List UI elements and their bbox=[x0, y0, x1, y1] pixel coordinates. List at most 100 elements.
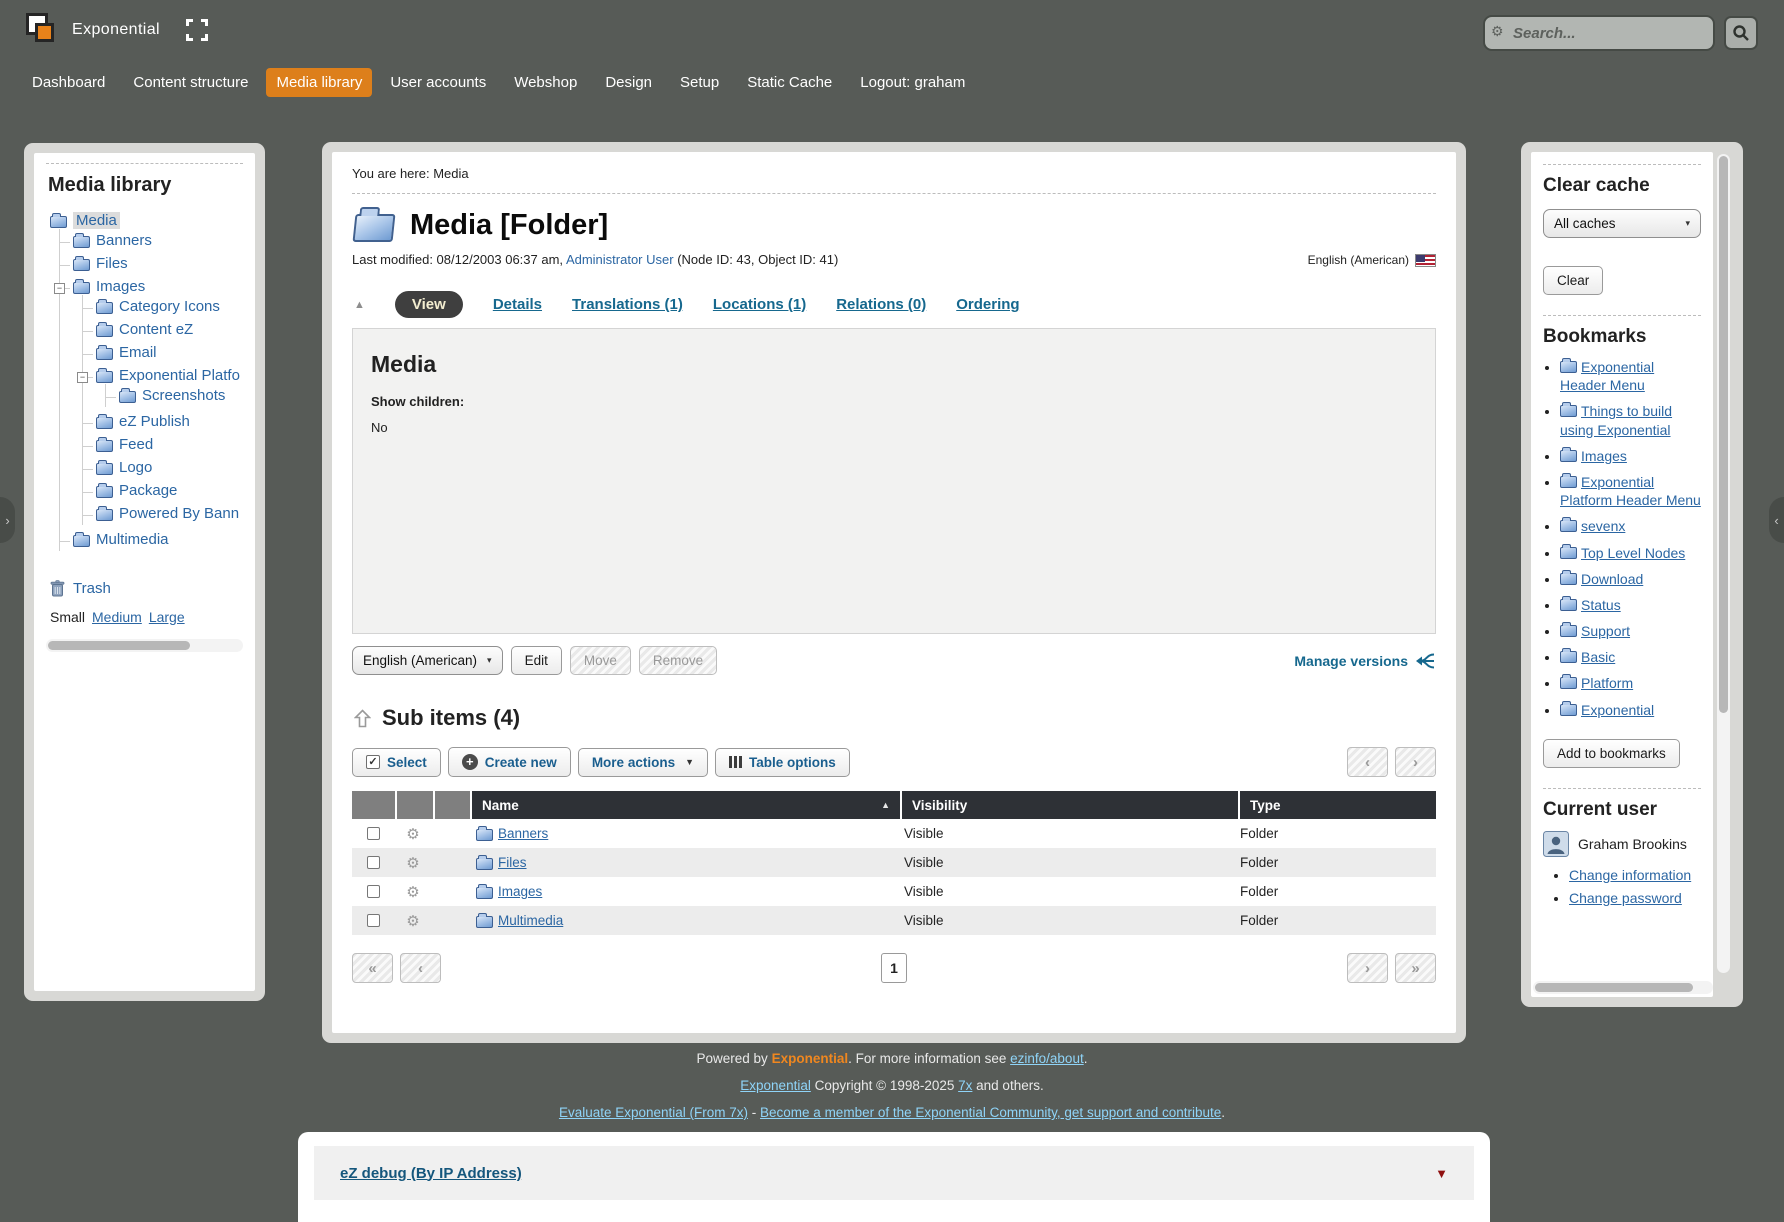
bookmark-link[interactable]: Top Level Nodes bbox=[1581, 545, 1685, 561]
bookmark-link[interactable]: Exponential Platform Header Menu bbox=[1560, 474, 1701, 508]
bookmark-link[interactable]: Basic bbox=[1581, 649, 1615, 665]
table-options-button[interactable]: Table options bbox=[715, 748, 850, 777]
left-panel-collapse-handle[interactable]: › bbox=[0, 497, 15, 543]
sevenx-link[interactable]: 7x bbox=[958, 1078, 972, 1093]
tree-link-powered-by-banner[interactable]: Powered By Bann bbox=[119, 505, 239, 522]
row-link-banners[interactable]: Banners bbox=[498, 826, 548, 841]
tree-item-media[interactable]: Media Banners Files − Images bbox=[50, 209, 243, 554]
size-large[interactable]: Large bbox=[149, 609, 185, 625]
cache-type-select[interactable]: All caches ▾ bbox=[1543, 209, 1701, 238]
tree-link-exponential-platform[interactable]: Exponential Platfo bbox=[119, 367, 240, 384]
nav-static-cache[interactable]: Static Cache bbox=[737, 68, 842, 97]
tab-locations[interactable]: Locations (1) bbox=[713, 296, 806, 313]
tree-link-category-icons[interactable]: Category Icons bbox=[119, 298, 220, 315]
ez-debug-link[interactable]: eZ debug (By IP Address) bbox=[340, 1165, 522, 1182]
change-password-link[interactable]: Change password bbox=[1569, 890, 1682, 906]
nav-media-library[interactable]: Media library bbox=[266, 68, 372, 97]
tree-link-feed[interactable]: Feed bbox=[119, 436, 153, 453]
tree-link-email[interactable]: Email bbox=[119, 344, 157, 361]
manage-versions-link[interactable]: Manage versions bbox=[1294, 653, 1408, 669]
gear-icon[interactable]: ⚙ bbox=[406, 825, 419, 843]
row-checkbox[interactable] bbox=[367, 885, 380, 898]
trash-link[interactable]: Trash bbox=[73, 580, 111, 597]
tree-item-category-icons[interactable]: Category Icons bbox=[96, 295, 243, 318]
size-medium[interactable]: Medium bbox=[92, 609, 142, 625]
nav-content-structure[interactable]: Content structure bbox=[123, 68, 258, 97]
tab-details[interactable]: Details bbox=[493, 296, 542, 313]
tree-link-multimedia[interactable]: Multimedia bbox=[96, 531, 169, 548]
header-visibility-column[interactable]: Visibility bbox=[902, 791, 1238, 819]
clear-cache-button[interactable]: Clear bbox=[1543, 266, 1603, 295]
tree-item-banners[interactable]: Banners bbox=[73, 229, 243, 252]
search-input[interactable] bbox=[1483, 15, 1715, 51]
more-actions-button[interactable]: More actions ▼ bbox=[578, 748, 708, 777]
tree-item-exponential-platform[interactable]: − Exponential Platfo Screenshots bbox=[96, 364, 243, 410]
row-link-multimedia[interactable]: Multimedia bbox=[498, 913, 563, 928]
bookmark-link[interactable]: Support bbox=[1581, 623, 1630, 639]
tree-item-content-ez[interactable]: Content eZ bbox=[96, 318, 243, 341]
tree-item-feed[interactable]: Feed bbox=[96, 433, 243, 456]
fullscreen-icon[interactable] bbox=[186, 19, 208, 41]
tree-link-files[interactable]: Files bbox=[96, 255, 128, 272]
gear-icon[interactable]: ⚙ bbox=[406, 912, 419, 930]
breadcrumb-current[interactable]: Media bbox=[433, 166, 468, 181]
right-horizontal-scrollbar[interactable] bbox=[1533, 981, 1713, 994]
bookmark-link[interactable]: Status bbox=[1581, 597, 1621, 613]
add-to-bookmarks-button[interactable]: Add to bookmarks bbox=[1543, 739, 1680, 768]
tree-link-content-ez[interactable]: Content eZ bbox=[119, 321, 193, 338]
tree-item-images[interactable]: − Images Category Icons Content eZ bbox=[73, 275, 243, 528]
tree-link-banners[interactable]: Banners bbox=[96, 232, 152, 249]
left-horizontal-scrollbar[interactable] bbox=[46, 639, 243, 652]
right-vertical-scrollbar[interactable] bbox=[1717, 154, 1730, 973]
sort-ascending-icon[interactable]: ▲ bbox=[881, 800, 890, 810]
tab-translations[interactable]: Translations (1) bbox=[572, 296, 683, 313]
bookmark-link[interactable]: Images bbox=[1581, 448, 1627, 464]
tree-link-images[interactable]: Images bbox=[96, 278, 145, 295]
bookmark-link[interactable]: Exponential bbox=[1581, 702, 1654, 718]
row-checkbox[interactable] bbox=[367, 914, 380, 927]
nav-design[interactable]: Design bbox=[595, 68, 662, 97]
right-panel-collapse-handle[interactable]: ‹ bbox=[1769, 497, 1784, 543]
community-link[interactable]: Become a member of the Exponential Commu… bbox=[760, 1105, 1221, 1120]
bookmark-link[interactable]: sevenx bbox=[1581, 518, 1625, 534]
row-link-files[interactable]: Files bbox=[498, 855, 527, 870]
nav-setup[interactable]: Setup bbox=[670, 68, 729, 97]
create-new-button[interactable]: + Create new bbox=[448, 747, 571, 777]
bookmark-link[interactable]: Platform bbox=[1581, 675, 1633, 691]
edit-button[interactable]: Edit bbox=[511, 646, 562, 675]
row-link-images[interactable]: Images bbox=[498, 884, 542, 899]
tree-item-screenshots[interactable]: Screenshots bbox=[119, 384, 243, 407]
row-checkbox[interactable] bbox=[367, 856, 380, 869]
nav-logout[interactable]: Logout: graham bbox=[850, 68, 975, 97]
header-name-column[interactable]: Name ▲ bbox=[472, 791, 900, 819]
evaluate-link[interactable]: Evaluate Exponential (From 7x) bbox=[559, 1105, 748, 1120]
tree-item-email[interactable]: Email bbox=[96, 341, 243, 364]
tree-link-ez-publish[interactable]: eZ Publish bbox=[119, 413, 190, 430]
tree-link-media[interactable]: Media bbox=[73, 212, 120, 229]
administrator-user-link[interactable]: Administrator User bbox=[566, 252, 674, 267]
collapse-expander-icon[interactable]: − bbox=[54, 283, 65, 294]
nav-webshop[interactable]: Webshop bbox=[504, 68, 587, 97]
tab-relations[interactable]: Relations (0) bbox=[836, 296, 926, 313]
tree-link-package[interactable]: Package bbox=[119, 482, 177, 499]
exponential-link[interactable]: Exponential bbox=[740, 1078, 811, 1093]
select-button[interactable]: ✓ Select bbox=[352, 748, 441, 777]
gear-icon[interactable]: ⚙ bbox=[406, 854, 419, 872]
tree-item-powered-by-banner[interactable]: Powered By Bann bbox=[96, 502, 243, 525]
header-type-column[interactable]: Type bbox=[1240, 791, 1436, 819]
up-arrow-icon[interactable] bbox=[354, 709, 371, 728]
language-select[interactable]: English (American) ▾ bbox=[352, 646, 503, 675]
tree-item-package[interactable]: Package bbox=[96, 479, 243, 502]
gear-icon[interactable]: ⚙ bbox=[406, 883, 419, 901]
row-checkbox[interactable] bbox=[367, 827, 380, 840]
change-information-link[interactable]: Change information bbox=[1569, 867, 1691, 883]
nav-user-accounts[interactable]: User accounts bbox=[380, 68, 496, 97]
debug-toggle-icon[interactable]: ▼ bbox=[1435, 1166, 1448, 1181]
nav-dashboard[interactable]: Dashboard bbox=[22, 68, 115, 97]
bookmark-link[interactable]: Download bbox=[1581, 571, 1643, 587]
ezinfo-about-link[interactable]: ezinfo/about bbox=[1010, 1051, 1084, 1066]
tabs-collapse-icon[interactable]: ▲ bbox=[354, 299, 365, 311]
search-button[interactable] bbox=[1724, 16, 1758, 50]
collapse-expander-icon[interactable]: − bbox=[77, 372, 88, 383]
tree-item-logo[interactable]: Logo bbox=[96, 456, 243, 479]
